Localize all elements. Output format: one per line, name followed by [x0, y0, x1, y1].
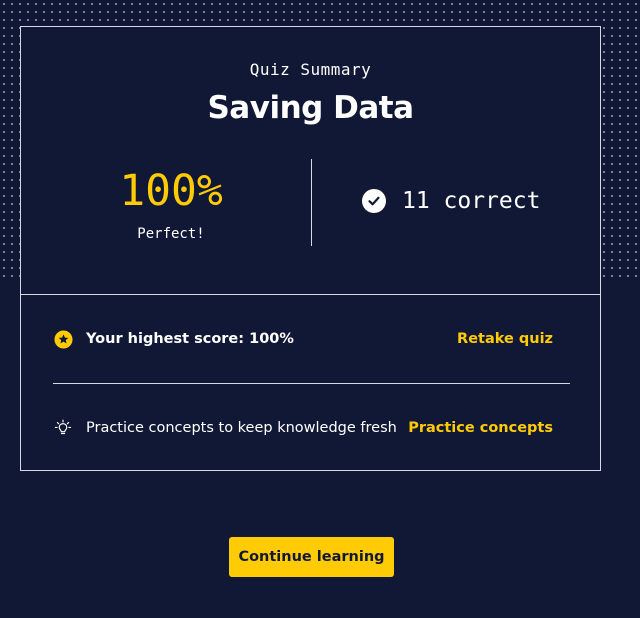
quiz-summary-card: Quiz Summary Saving Data 100% Perfect! 1…	[20, 26, 601, 471]
score-percent: 100%	[119, 166, 223, 216]
summary-header-section: Quiz Summary Saving Data 100% Perfect! 1…	[21, 27, 600, 295]
practice-row: Practice concepts to keep knowledge fres…	[53, 416, 553, 440]
highest-score-text: Your highest score: 100%	[86, 331, 294, 347]
correct-count: 11 correct	[402, 188, 541, 214]
vertical-divider	[311, 159, 312, 246]
correct-count-block: 11 correct	[362, 188, 540, 214]
practice-concepts-link[interactable]: Practice concepts	[408, 420, 553, 436]
continue-learning-button[interactable]: Continue learning	[229, 537, 394, 577]
quiz-title: Saving Data	[207, 90, 414, 126]
summary-eyebrow: Quiz Summary	[249, 60, 372, 79]
score-label: Perfect!	[137, 226, 205, 242]
score-block: 100% Perfect!	[81, 165, 261, 242]
lightbulb-icon	[53, 418, 73, 438]
horizontal-divider	[53, 383, 570, 384]
retake-quiz-link[interactable]: Retake quiz	[457, 331, 553, 347]
star-badge-icon	[53, 329, 73, 349]
practice-text: Practice concepts to keep knowledge fres…	[86, 420, 397, 436]
check-circle-icon	[362, 189, 386, 213]
highest-score-row: Your highest score: 100% Retake quiz	[53, 327, 553, 351]
